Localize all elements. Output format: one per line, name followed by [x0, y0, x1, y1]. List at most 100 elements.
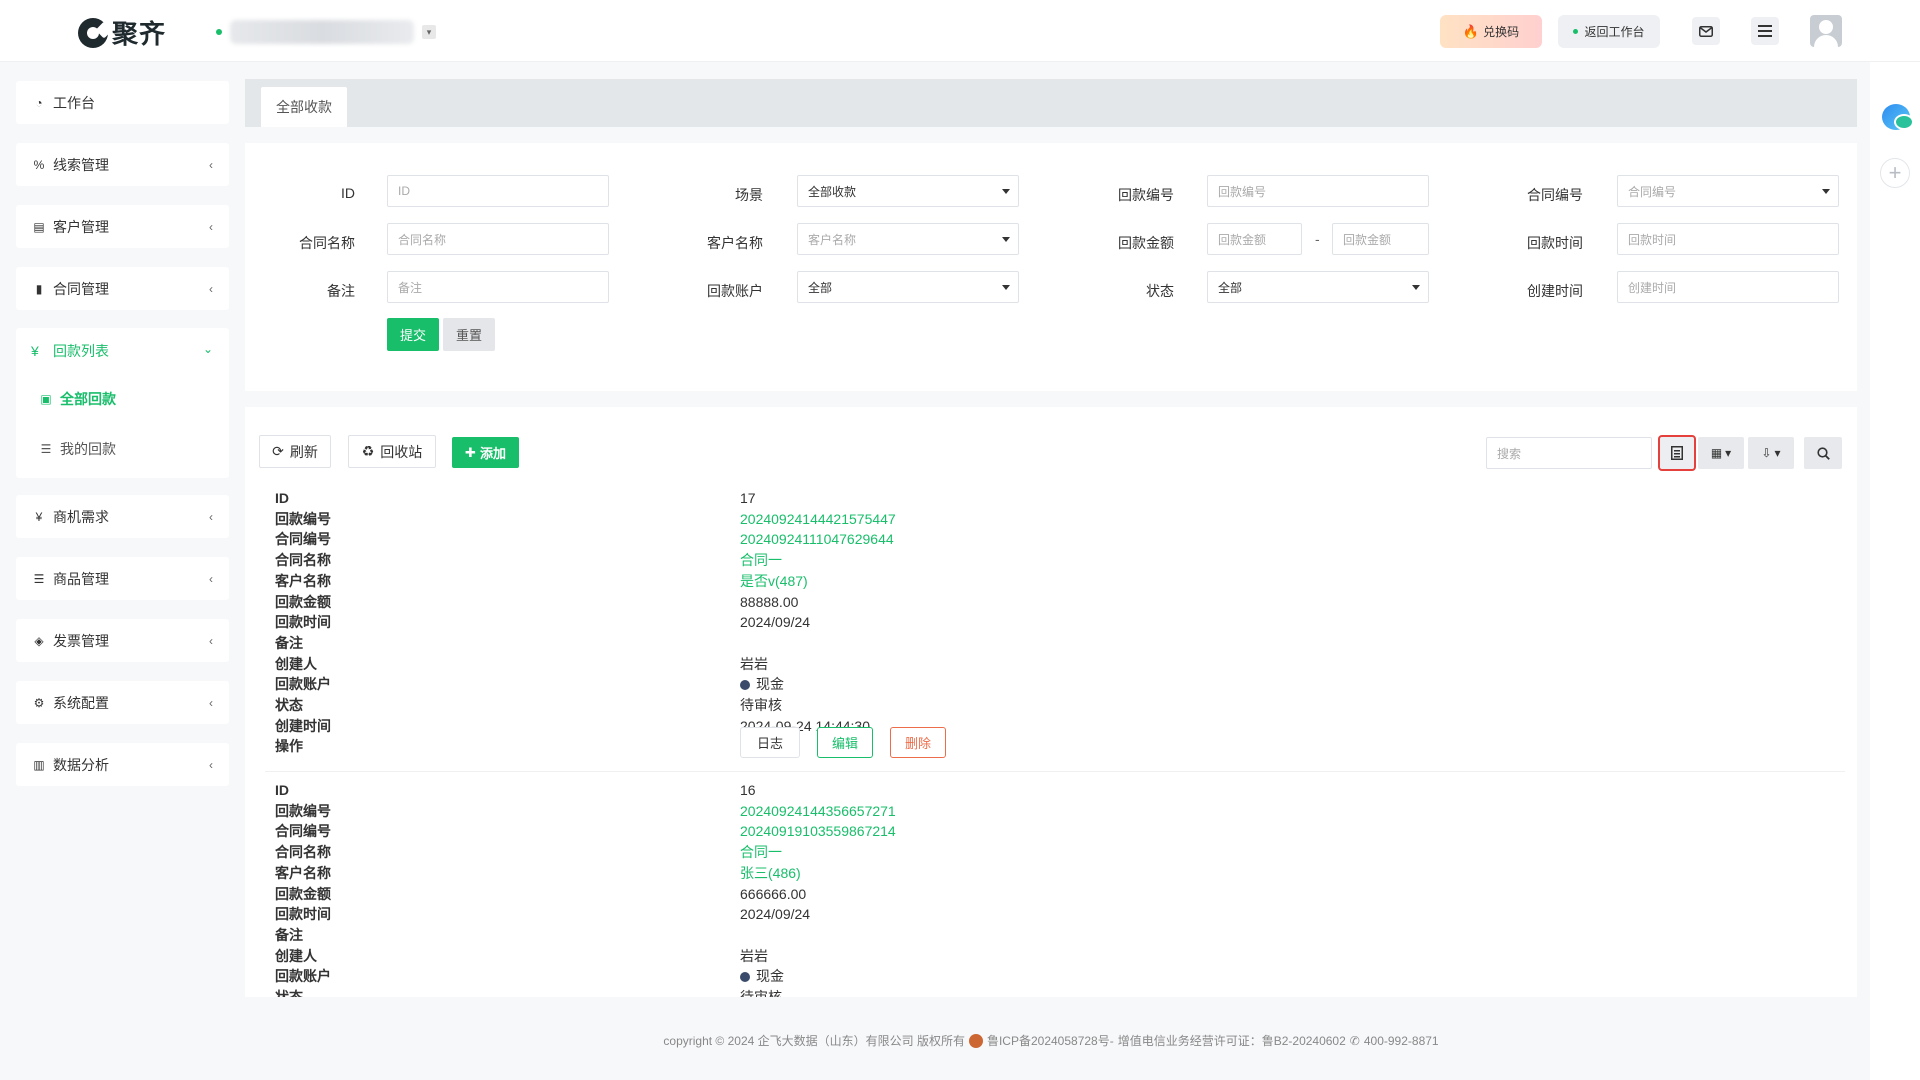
chevron-left-icon: ‹ [209, 571, 213, 586]
field-label-contract-no: 合同编号 [275, 531, 331, 548]
field-label-creator: 创建人 [275, 947, 317, 964]
payment-no-input[interactable]: 回款编号 [1207, 175, 1429, 207]
user-avatar[interactable] [1810, 15, 1842, 47]
field-value-status: 待审核 [740, 697, 782, 713]
sidebar-item-payment-list[interactable]: ¥ 回款列表 ⌄ [16, 328, 229, 374]
contract-no-link[interactable]: 20240924111047629644 [740, 529, 894, 549]
sidebar-item-opportunities[interactable]: ¥ 商机需求 ‹ [16, 495, 229, 538]
filter-label-customer-name: 客户名称 [707, 235, 763, 251]
id-input[interactable]: ID [387, 175, 609, 207]
account-dot-icon [740, 972, 750, 983]
mail-icon[interactable] [1692, 17, 1720, 45]
contract-name-link[interactable]: 合同一 [740, 550, 782, 570]
field-label-id: ID [275, 782, 289, 798]
sidebar-item-settings[interactable]: ⚙ 系统配置 ‹ [16, 681, 229, 724]
field-value-payment-time: 2024/09/24 [740, 906, 811, 923]
amount-max-input[interactable]: 回款金额 [1332, 223, 1429, 255]
list-icon: ☰ [40, 442, 52, 456]
sidebar-item-contracts[interactable]: ▮ 合同管理 ‹ [16, 267, 229, 310]
payment-no-link[interactable]: 20240924144421575447 [740, 509, 896, 529]
delete-button[interactable]: 删除 [890, 727, 946, 758]
field-value-id: 16 [740, 782, 756, 798]
submit-button[interactable]: 提交 [387, 318, 439, 351]
plus-icon: ✚ [465, 444, 476, 460]
logo-mark-icon [78, 17, 108, 48]
sidebar-item-products[interactable]: ☰ 商品管理 ‹ [16, 557, 229, 600]
export-icon: ⇩ [1761, 446, 1772, 460]
top-header: 聚齐 ▾ 🔥 兑换码 返回工作台 [0, 0, 1920, 62]
sidebar-item-label: 工作台 [53, 94, 95, 111]
field-label-remark: 备注 [275, 634, 303, 651]
export-dropdown-button[interactable]: ⇩ ▾ [1748, 437, 1794, 469]
log-button[interactable]: 日志 [740, 727, 800, 758]
search-button[interactable] [1804, 437, 1842, 469]
customer-name-link[interactable]: 是否v(487) [740, 571, 808, 591]
contract-no-link[interactable]: 20240919103559867214 [740, 821, 896, 841]
footer-phone: 400-992-8871 [1363, 1033, 1439, 1048]
field-label-created-time: 创建时间 [275, 717, 331, 734]
plus-icon[interactable]: + [1880, 158, 1910, 188]
caret-down-icon: ▾ [1774, 446, 1781, 460]
field-label-customer-name: 客户名称 [275, 864, 331, 881]
back-to-workbench-button[interactable]: 返回工作台 [1558, 15, 1660, 48]
amount-min-input[interactable]: 回款金额 [1207, 223, 1302, 255]
columns-dropdown-button[interactable]: ▦ ▾ [1698, 437, 1744, 469]
search-input[interactable]: 搜索 [1486, 437, 1652, 469]
sidebar-item-leads[interactable]: % 线索管理 ‹ [16, 143, 229, 186]
menu-icon[interactable] [1751, 17, 1779, 45]
field-value-status: 待审核 [740, 989, 782, 997]
sidebar-sub-all-payments[interactable]: ▣ 全部回款 [16, 374, 229, 424]
payment-no-link[interactable]: 20240924144356657271 [740, 801, 896, 821]
customer-name-link[interactable]: 张三(486) [740, 863, 801, 883]
add-button[interactable]: ✚ 添加 [452, 437, 519, 468]
cogs-icon: ⚙ [33, 695, 45, 710]
contract-no-select[interactable]: 合同编号 [1617, 175, 1839, 207]
tab-all-payments[interactable]: 全部收款 [261, 87, 347, 127]
scene-select[interactable]: 全部收款 [797, 175, 1019, 207]
project-switcher[interactable]: ▾ [216, 20, 436, 44]
sidebar-item-workbench[interactable]: ◔ 工作台 [16, 81, 229, 124]
contract-name-link[interactable]: 合同一 [740, 842, 782, 862]
sidebar-sub-label: 全部回款 [60, 391, 116, 407]
logo[interactable]: 聚齐 [78, 14, 166, 51]
filter-label-account: 回款账户 [707, 283, 763, 299]
field-label-payment-time: 回款时间 [275, 906, 331, 923]
recycle-bin-button[interactable]: ♻ 回收站 [348, 435, 436, 468]
customer-name-select[interactable]: 客户名称 [797, 223, 1019, 255]
refresh-button[interactable]: ⟳ 刷新 [259, 435, 331, 468]
chevron-left-icon: ‹ [209, 695, 213, 710]
footer-icp-link[interactable]: 鲁ICP备2024058728号- [987, 1032, 1114, 1049]
sidebar-item-analytics[interactable]: ▥ 数据分析 ‹ [16, 743, 229, 786]
edit-button[interactable]: 编辑 [817, 727, 873, 758]
field-label-id: ID [275, 490, 289, 506]
chevron-left-icon: ‹ [209, 633, 213, 648]
caret-down-icon: ▾ [1725, 446, 1732, 460]
money-icon: ▣ [40, 392, 52, 406]
chat-assistant-icon[interactable] [1882, 104, 1914, 130]
filter-label-scene: 场景 [735, 187, 763, 203]
payment-time-input[interactable]: 回款时间 [1617, 223, 1839, 255]
footer: copyright © 2024 企飞大数据（山东）有限公司 版权所有 鲁ICP… [245, 1032, 1857, 1049]
recycle-icon: ♻ [361, 443, 375, 459]
chevron-left-icon: ‹ [209, 281, 213, 296]
refresh-icon: ⟳ [272, 443, 284, 459]
contract-name-input[interactable]: 合同名称 [387, 223, 609, 255]
field-value-id: 17 [740, 490, 756, 506]
sidebar-item-label: 发票管理 [53, 632, 109, 649]
phone-icon: ✆ [1349, 1033, 1360, 1048]
reset-button[interactable]: 重置 [443, 318, 495, 351]
redeem-code-button[interactable]: 🔥 兑换码 [1440, 15, 1542, 48]
sidebar-item-label: 客户管理 [53, 218, 109, 235]
remark-input[interactable]: 备注 [387, 271, 609, 303]
created-time-input[interactable]: 创建时间 [1617, 271, 1839, 303]
sidebar-sub-my-payments[interactable]: ☰ 我的回款 [16, 424, 229, 474]
sidebar-item-invoices[interactable]: ◈ 发票管理 ‹ [16, 619, 229, 662]
sidebar-item-customers[interactable]: ▤ 客户管理 ‹ [16, 205, 229, 248]
caret-down-icon[interactable]: ▾ [422, 25, 436, 39]
toggle-card-view-button[interactable] [1658, 435, 1696, 471]
status-select[interactable]: 全部 [1207, 271, 1429, 303]
card-divider [265, 771, 1845, 772]
filter-label-status: 状态 [1146, 283, 1174, 299]
account-select[interactable]: 全部 [797, 271, 1019, 303]
sidebar-item-label: 系统配置 [53, 694, 109, 711]
